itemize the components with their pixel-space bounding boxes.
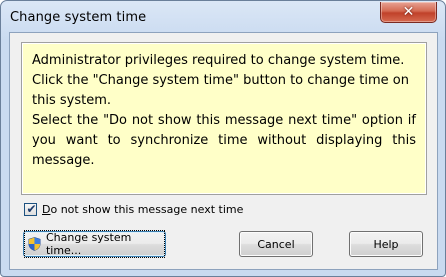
window-title: Change system time [10, 10, 147, 25]
message-line-option: Select the "Do not show this message nex… [32, 113, 416, 168]
cancel-button-label: Cancel [257, 237, 295, 251]
dont-show-again-label[interactable]: Do not show this message next time [42, 203, 243, 216]
message-line-privileges: Administrator privileges required to cha… [32, 53, 405, 68]
help-button-label: Help [373, 237, 399, 251]
change-system-time-button[interactable]: Change system time... [23, 230, 166, 258]
uac-shield-icon [28, 237, 41, 251]
message-line-instructions: Click the "Change system time" button to… [32, 73, 409, 108]
close-icon: ✕ [402, 4, 415, 20]
cancel-button[interactable]: Cancel [239, 231, 313, 257]
change-system-time-label: Change system time... [45, 231, 132, 257]
message-box: Administrator privileges required to cha… [21, 42, 427, 195]
dont-show-again-checkbox[interactable]: ✔ [24, 201, 37, 216]
label-text: o not show this message next time [50, 202, 244, 216]
close-button[interactable]: ✕ [380, 2, 437, 23]
dialog-window: Change system time ✕ Administrator privi… [0, 0, 446, 277]
check-icon: ✔ [26, 201, 37, 216]
help-button[interactable]: Help [349, 231, 423, 257]
title-bar[interactable]: Change system time ✕ [1, 1, 445, 34]
focus-rectangle: Change system time... [24, 230, 165, 258]
dont-show-again-row[interactable]: ✔ Do not show this message next time [24, 201, 243, 217]
dialog-client-area: Administrator privileges required to cha… [9, 32, 438, 270]
message-text-area: Administrator privileges required to cha… [23, 44, 425, 193]
